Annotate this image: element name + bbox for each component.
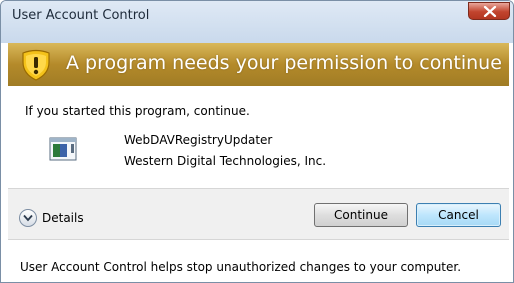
program-name: WebDAVRegistryUpdater	[124, 133, 273, 147]
chevron-down-icon	[23, 214, 33, 222]
footer-text: User Account Control helps stop unauthor…	[20, 260, 462, 274]
uac-dialog: User Account Control A program needs you…	[0, 0, 514, 283]
details-label[interactable]: Details	[42, 211, 84, 225]
close-button[interactable]	[468, 2, 510, 20]
shield-warning-icon	[22, 49, 50, 81]
application-icon	[49, 137, 77, 161]
publisher-name: Western Digital Technologies, Inc.	[124, 154, 327, 168]
permission-banner: A program needs your permission to conti…	[8, 43, 509, 86]
cancel-button[interactable]: Cancel	[416, 203, 501, 227]
banner-message: A program needs your permission to conti…	[66, 52, 502, 74]
window-title: User Account Control	[12, 8, 150, 23]
details-toggle-button[interactable]	[19, 209, 37, 227]
intro-text: If you started this program, continue.	[25, 104, 250, 118]
close-icon	[483, 6, 497, 17]
title-bar: User Account Control	[1, 1, 513, 43]
continue-button[interactable]: Continue	[314, 203, 408, 227]
divider	[8, 239, 509, 240]
